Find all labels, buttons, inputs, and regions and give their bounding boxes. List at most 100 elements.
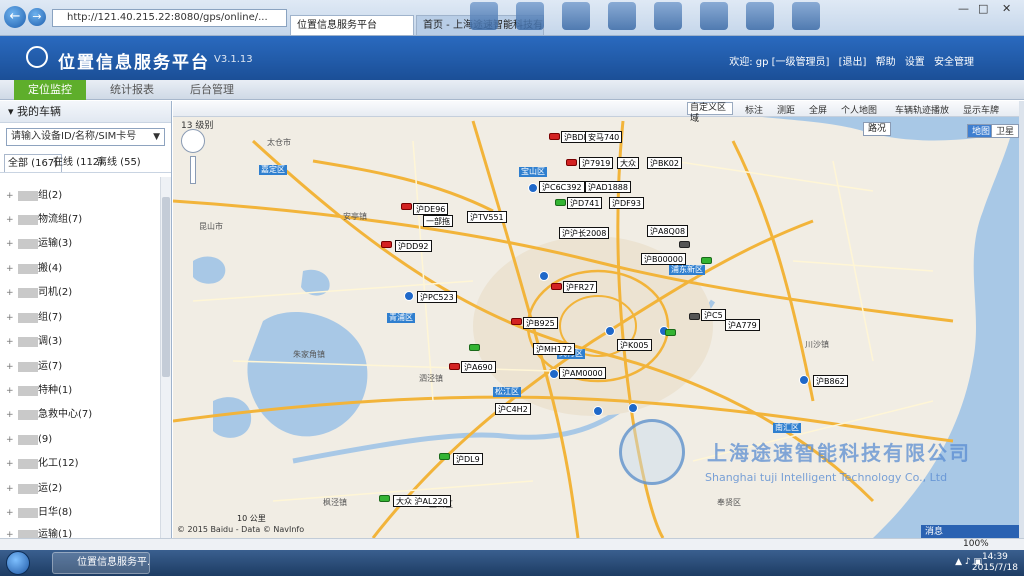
chevron-down-icon[interactable]: ▼ <box>153 129 160 145</box>
expand-icon[interactable]: + <box>6 431 14 449</box>
vehicle-label[interactable]: 沪B862 <box>813 375 848 387</box>
track-playback-tool[interactable]: 车辆轨迹播放 <box>895 103 949 116</box>
vehicle-marker[interactable] <box>665 329 676 336</box>
app-icon[interactable] <box>792 2 820 30</box>
vehicle-label[interactable]: 沪C6C392 <box>539 181 585 193</box>
tab-reports[interactable]: 统计报表 <box>96 80 168 100</box>
vehicle-label[interactable]: 沪TV551 <box>467 211 507 223</box>
vehicle-label[interactable]: 沪B00000 <box>641 253 686 265</box>
system-clock[interactable]: 14:39 2015/7/18 <box>972 552 1018 574</box>
poi-icon[interactable] <box>528 183 538 193</box>
vehicle-marker[interactable] <box>701 257 712 264</box>
message-panel[interactable]: 消息 <box>921 525 1019 538</box>
expand-icon[interactable]: + <box>6 358 14 376</box>
app-icon[interactable] <box>516 2 544 30</box>
vehicle-marker[interactable] <box>449 363 460 370</box>
vehicle-label[interactable]: 沪MH172 <box>533 343 576 355</box>
vehicle-marker[interactable] <box>469 344 480 351</box>
vehicle-label[interactable]: 沪A8Q08 <box>647 225 689 237</box>
poi-icon[interactable] <box>799 375 809 385</box>
app-icon[interactable] <box>654 2 682 30</box>
app-icon[interactable] <box>608 2 636 30</box>
expand-icon[interactable]: + <box>6 455 14 473</box>
vehicle-label[interactable]: 沪D741 <box>567 197 603 209</box>
expand-icon[interactable]: + <box>6 187 14 205</box>
start-button[interactable] <box>6 551 30 575</box>
vehicle-marker[interactable] <box>566 159 577 166</box>
vehicle-marker[interactable] <box>555 199 566 206</box>
settings-link[interactable]: 设置 <box>905 57 925 68</box>
help-link[interactable]: 帮助 <box>876 57 896 68</box>
vehicle-label[interactable]: 沪沪长2008 <box>559 227 610 239</box>
vehicle-marker[interactable] <box>551 283 562 290</box>
vehicle-label[interactable]: 一部拖 <box>423 215 453 227</box>
fullscreen-tool[interactable]: 全屏 <box>809 103 827 116</box>
expand-icon[interactable]: + <box>6 333 14 351</box>
expand-icon[interactable]: + <box>6 235 14 253</box>
vehicle-label[interactable]: 沪FR27 <box>563 281 598 293</box>
poi-icon[interactable] <box>605 326 615 336</box>
expand-icon[interactable]: + <box>6 284 14 302</box>
vehicle-label[interactable]: 沪B925 <box>523 317 558 329</box>
ruler-tool[interactable]: 测距 <box>777 103 795 116</box>
vehicle-label[interactable]: 沪PC523 <box>417 291 457 303</box>
vehicle-label[interactable]: 沪DD92 <box>395 240 432 252</box>
security-link[interactable]: 安全管理 <box>934 57 974 68</box>
vehicle-label[interactable]: 沪A779 <box>725 319 760 331</box>
expand-icon[interactable]: + <box>6 309 14 327</box>
maximize-button[interactable]: □ <box>978 2 988 15</box>
tab-admin[interactable]: 后台管理 <box>176 80 248 100</box>
logout-link[interactable]: [退出] <box>839 57 867 68</box>
app-icon[interactable] <box>700 2 728 30</box>
sidebar-scrollbar[interactable] <box>160 177 171 538</box>
expand-icon[interactable]: + <box>6 480 14 498</box>
poi-icon[interactable] <box>549 369 559 379</box>
vehicle-marker[interactable] <box>679 241 690 248</box>
vehicle-marker[interactable] <box>549 133 560 140</box>
vehicle-label[interactable]: 沪A690 <box>461 361 496 373</box>
vehicle-marker[interactable] <box>439 453 450 460</box>
poi-icon[interactable] <box>404 291 414 301</box>
taskbar-browser-item[interactable]: 位置信息服务平... <box>52 552 150 574</box>
vehicle-label[interactable]: 沪DF93 <box>609 197 644 209</box>
map-type-satellite[interactable]: 卫星 <box>991 124 1019 138</box>
vehicle-label[interactable]: 沪DL9 <box>453 453 483 465</box>
back-button[interactable]: ← <box>4 6 26 28</box>
vehicle-label[interactable]: 沪C5 <box>701 309 726 321</box>
traffic-button[interactable]: 路况 <box>863 122 892 136</box>
vehicle-label[interactable]: 大众 <box>617 157 639 169</box>
app-icon[interactable] <box>470 2 498 30</box>
sidebar-header[interactable]: ▾ 我的车辆 <box>0 101 171 123</box>
vehicle-label[interactable]: 沪BK02 <box>647 157 682 169</box>
poi-icon[interactable] <box>628 403 638 413</box>
tab-platform[interactable]: 位置信息服务平台 <box>290 15 414 35</box>
vehicle-search-input[interactable]: 请输入设备ID/名称/SIM卡号 ▼ <box>6 128 165 146</box>
area-select[interactable]: 自定义区域 <box>687 102 733 124</box>
poi-icon[interactable] <box>539 271 549 281</box>
personal-map-tool[interactable]: 个人地图 <box>841 103 877 116</box>
vehicle-marker[interactable] <box>381 241 392 248</box>
app-icon[interactable] <box>562 2 590 30</box>
vehicle-marker[interactable] <box>379 495 390 502</box>
zoom-status[interactable]: 100% <box>963 539 989 549</box>
app-icon[interactable] <box>746 2 774 30</box>
vehicle-label[interactable]: 沪7919 <box>579 157 614 169</box>
filter-offline[interactable]: 离线 (55) <box>94 154 144 172</box>
vehicle-label[interactable]: 沪K005 <box>617 339 652 351</box>
vehicle-label[interactable]: 大众 沪AL220 <box>393 495 451 507</box>
pan-control[interactable] <box>181 129 205 153</box>
marker-tool[interactable]: 标注 <box>745 103 763 116</box>
minimize-button[interactable]: — <box>958 2 969 15</box>
show-plates-toggle[interactable]: 显示车牌 <box>963 103 999 116</box>
expand-icon[interactable]: + <box>6 260 14 278</box>
vehicle-marker[interactable] <box>511 318 522 325</box>
poi-icon[interactable] <box>593 406 603 416</box>
vehicle-marker[interactable] <box>401 203 412 210</box>
close-button[interactable]: ✕ <box>1002 2 1011 15</box>
vehicle-label[interactable]: 沪AM0000 <box>559 367 606 379</box>
expand-icon[interactable]: + <box>6 211 14 229</box>
scrollbar-thumb[interactable] <box>162 197 170 377</box>
expand-icon[interactable]: + <box>6 504 14 522</box>
expand-icon[interactable]: + <box>6 382 14 400</box>
zoom-slider[interactable] <box>190 156 196 184</box>
